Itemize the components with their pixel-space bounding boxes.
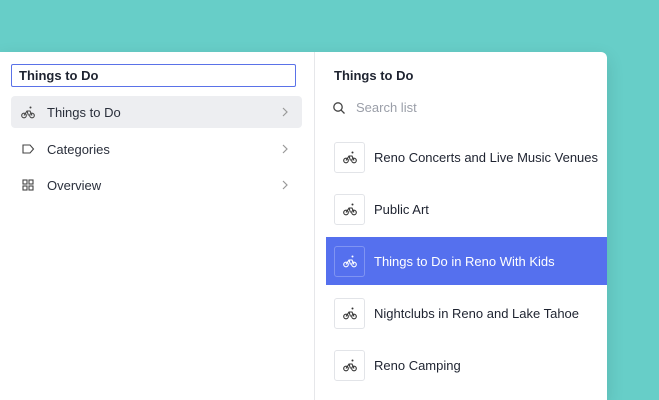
- list-item-label: Things to Do in Reno With Kids: [374, 253, 555, 269]
- grid-icon: [20, 177, 36, 193]
- list-item-label: Reno Concerts and Live Music Venues: [374, 149, 599, 165]
- list-item[interactable]: Public Art: [326, 185, 607, 233]
- list-item[interactable]: Nightclubs in Reno and Lake Tahoe: [326, 289, 607, 337]
- list-item-label: Reno Camping: [374, 357, 461, 373]
- list-item[interactable]: Reno Concerts and Live Music Venues: [326, 133, 607, 181]
- document-panel: Things to Do Things to Do Categories Ove…: [0, 52, 607, 400]
- list-pane: Things to Do Reno Concerts and Live Musi…: [315, 52, 607, 400]
- list-item-label: Public Art: [374, 201, 429, 217]
- title-field[interactable]: Things to Do: [11, 64, 296, 87]
- search-bar: [332, 99, 558, 116]
- nav-item-label: Things to Do: [47, 104, 121, 120]
- tag-icon: [20, 141, 36, 157]
- list-title: Things to Do: [334, 68, 414, 83]
- bike-icon: [334, 141, 365, 173]
- chevron-right-icon: [282, 144, 288, 154]
- search-input[interactable]: [354, 99, 558, 116]
- chevron-right-icon: [282, 180, 288, 190]
- navigation-pane: Things to Do Things to Do Categories Ove…: [0, 52, 315, 400]
- nav-item-label: Overview: [47, 177, 102, 193]
- bike-icon: [334, 193, 365, 225]
- bike-icon: [334, 349, 365, 381]
- nav-item-things-to-do[interactable]: Things to Do: [11, 96, 302, 128]
- nav-item-categories[interactable]: Categories: [11, 133, 302, 165]
- bike-icon: [20, 104, 36, 120]
- bike-icon: [334, 245, 365, 277]
- nav-item-label: Categories: [47, 141, 110, 157]
- nav-item-overview[interactable]: Overview: [11, 169, 302, 201]
- list-item-selected[interactable]: Things to Do in Reno With Kids: [326, 237, 607, 285]
- bike-icon: [334, 297, 365, 329]
- list-item-label: Nightclubs in Reno and Lake Tahoe: [374, 305, 580, 321]
- list-item[interactable]: Reno Camping: [326, 341, 607, 389]
- chevron-right-icon: [282, 107, 288, 117]
- search-icon: [333, 101, 345, 114]
